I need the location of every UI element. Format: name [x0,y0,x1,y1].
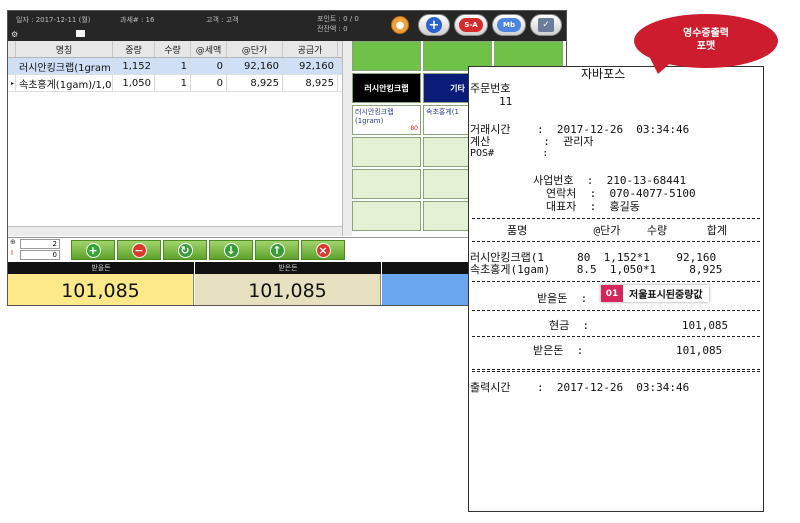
remove-item-button[interactable]: − [117,240,161,260]
cell-unit-price: 92,160 [227,58,283,74]
receipt-divider [472,241,760,242]
minus-icon: − [131,242,147,258]
cell-name: 속초홍게(1gam)/1,0 [16,75,113,91]
receipt-item-2: 속초홍게(1gam) 8.5 1,050*1 8,925 [470,263,723,276]
receipt-divider [472,281,760,282]
refresh-icon: ↻ [177,242,193,258]
receipt-cashier: 계산 : 관리자 [470,135,594,148]
customer-label: 고객 : 고객 [206,16,239,24]
mb-label: Mb [497,18,521,32]
table-header: 명칭 중량 수량 @세액 @단가 공급가 [8,41,342,58]
category-button-russian[interactable]: 러시안킹크랩 [352,73,421,103]
cell-supply-price: 92,160 [283,58,338,74]
receivable-value: 101,085 [8,274,194,305]
user-icon[interactable]: ● [391,16,409,34]
sa-label: S-A [459,18,483,32]
grid-cell[interactable] [352,201,421,231]
grid-cell[interactable] [352,137,421,167]
receivable-label: 받을돈 [8,262,194,274]
pos-header-bar: 일자 : 2017-12-11 (월) 과세# : 16 고객 : 고객 포인트… [8,11,566,41]
add-item-button[interactable]: + [71,240,115,260]
column-header-weight: 중량 [113,41,155,57]
column-header-tax: @세액 [191,41,227,57]
refresh-button[interactable]: ↻ [163,240,207,260]
order-items-table: 명칭 중량 수량 @세액 @단가 공급가 러시안킹크랩(1gram 1,152 … [8,41,343,236]
column-header-quantity: 수량 [155,41,191,57]
receipt-pos-no: POS# : [470,148,549,159]
sa-button[interactable]: S-A [454,14,488,36]
receipt-order-no-label: 주문번호 [470,82,511,95]
column-header-name: 명칭 [16,41,113,57]
arrow-down-icon: ↓ [223,242,239,258]
gear-icon[interactable]: ⚙ [11,30,18,39]
add-button[interactable]: + [418,14,450,36]
move-down-button[interactable]: ↓ [209,240,253,260]
product-price: 80 [410,125,418,132]
points-label: 포인트 : 0 / 0 [317,15,359,23]
row-pointer-icon: ▸ [8,75,16,91]
received-label: 받은돈 [195,262,381,274]
cancel-button[interactable]: × [301,240,345,260]
marker-number: 01 [601,285,623,302]
receipt-store-name: 자바포스 [581,67,626,81]
qty-mark-icon: I [11,249,14,257]
cell-weight: 1,050 [113,75,155,91]
receipt-double-divider [472,369,760,372]
arrow-up-icon: ↑ [269,242,285,258]
receipt-divider [472,310,760,311]
prev-balance-label: 전잔액 : 0 [317,25,348,33]
qty-bottom-field[interactable]: 0 [20,250,60,260]
column-header-unit-price: @단가 [227,41,283,57]
received-value: 101,085 [195,274,381,305]
grid-cell[interactable] [352,41,421,71]
cell-tax: 0 [191,58,227,74]
cell-supply-price: 8,925 [283,75,338,91]
date-label: 일자 : 2017-12-11 (월) [16,16,91,24]
receipt-trade-time: 거래시간 : 2017-12-26 03:34:46 [470,123,690,136]
tax-count-label: 과세# : 16 [120,16,155,24]
receipt-receivable-label: 받을돈 : [537,292,588,305]
product-name: 러시안킹크랩(1gram) [355,108,394,125]
cell-quantity: 1 [155,58,191,74]
mini-window-icon[interactable] [76,30,85,37]
table-row[interactable]: ▸ 속초홍게(1gam)/1,0 1,050 1 0 8,925 8,925 [8,75,342,92]
receipt-contact: 연락처 : 070-4077-5100 [546,187,696,200]
cell-unit-price: 8,925 [227,75,283,91]
table-row[interactable]: 러시안킹크랩(1gram 1,152 1 0 92,160 92,160 [8,58,342,75]
column-header-supply-price: 공급가 [283,41,338,57]
cell-tax: 0 [191,75,227,91]
product-button-russian-crab[interactable]: 러시안킹크랩(1gram) 80 [352,105,421,135]
cell-name: 러시안킹크랩(1gram [16,58,113,74]
receipt-received: 받은돈 : 101,085 [533,344,723,357]
receipt-cash: 현금 : 101,085 [549,319,729,332]
receipt-ceo: 대표자 : 홍길동 [546,200,640,213]
receipt-order-no: 11 [499,95,513,108]
receipt-item-1: 러시안킹크랩(1 80 1,152*1 92,160 [470,251,717,264]
close-icon: × [315,242,331,258]
marker-text: 저울표시된중량값 [629,290,703,301]
qty-top-field[interactable]: 2 [20,239,60,249]
printer-icon: ✓ [538,18,554,32]
callout-line-1: 영수증출력 [683,28,729,39]
callout-bubble: 영수증출력 포맷 [634,14,778,68]
move-up-button[interactable]: ↑ [255,240,299,260]
cell-weight: 1,152 [113,58,155,74]
receipt-print-time: 출력시간 : 2017-12-26 03:34:46 [470,381,690,394]
product-name: 속초홍게(1 [426,108,459,116]
cell-quantity: 1 [155,75,191,91]
receipt-business-no: 사업번호 : 210-13-68441 [533,174,687,187]
print-button[interactable]: ✓ [530,14,562,36]
qty-icon: ⊕ [10,238,16,246]
plus-icon: + [85,242,101,258]
receipt-divider [472,218,760,219]
mb-button[interactable]: Mb [492,14,526,36]
annotation-marker: 01 저울표시된중량값 [601,285,709,302]
callout-line-2: 포맷 [696,41,716,52]
plus-icon: + [426,17,442,33]
receipt-column-headers: 품명 @단가 수량 합계 [507,224,728,237]
receipt-divider [472,336,760,337]
grid-cell[interactable] [352,169,421,199]
table-horizontal-scrollbar[interactable] [8,226,342,236]
table-vertical-scrollbar[interactable] [342,41,352,236]
